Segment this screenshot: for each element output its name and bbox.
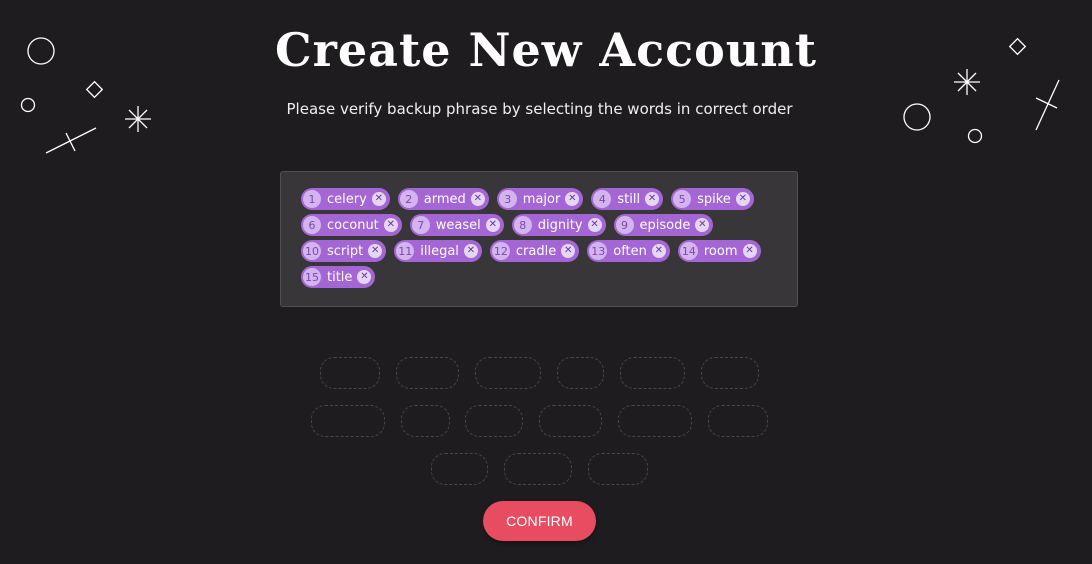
selected-word-chip[interactable]: 9 episode ✕ <box>613 214 714 236</box>
empty-word-slot <box>701 357 759 389</box>
selected-word-chip[interactable]: 11 illegal ✕ <box>394 240 482 262</box>
word-label: room <box>703 243 738 259</box>
word-index-badge: 1 <box>303 190 321 208</box>
remove-word-icon[interactable]: ✕ <box>470 192 485 206</box>
selected-word-chip[interactable]: 13 often ✕ <box>587 240 670 262</box>
word-index-badge: 3 <box>498 190 517 208</box>
empty-word-slot <box>708 405 768 437</box>
word-label: coconut <box>327 217 379 233</box>
word-index-badge: 11 <box>396 242 415 260</box>
word-index-badge: 12 <box>491 242 510 260</box>
empty-word-slot <box>557 357 604 389</box>
selected-word-chip[interactable]: 1 celery ✕ <box>301 188 390 210</box>
word-index-badge: 9 <box>615 216 634 234</box>
word-index-badge: 5 <box>673 190 692 208</box>
remove-word-icon[interactable]: ✕ <box>368 244 383 258</box>
empty-word-slot <box>320 357 380 389</box>
word-label: title <box>327 269 353 285</box>
remove-word-icon[interactable]: ✕ <box>651 244 666 258</box>
remove-word-icon[interactable]: ✕ <box>695 218 710 232</box>
word-label: armed <box>423 191 466 207</box>
word-index-badge: 7 <box>411 216 430 234</box>
word-label: spike <box>697 191 731 207</box>
word-index-badge: 14 <box>679 242 698 260</box>
selected-word-chip[interactable]: 3 major ✕ <box>496 188 584 210</box>
page-subtitle: Please verify backup phrase by selecting… <box>286 100 793 118</box>
selected-phrase-box: 1 celery ✕ 2 armed ✕ 3 major ✕ 4 still ✕ 5 spike ✕ 6 coc… <box>280 171 798 307</box>
remove-word-icon[interactable]: ✕ <box>485 218 500 232</box>
selected-word-chip[interactable]: 12 cradle ✕ <box>489 240 580 262</box>
remove-word-icon[interactable]: ✕ <box>371 192 386 206</box>
selected-word-chip[interactable]: 10 script ✕ <box>301 240 387 262</box>
empty-word-slot <box>401 405 450 437</box>
empty-word-slot <box>311 405 385 437</box>
diamond-shape-icon <box>85 80 104 99</box>
word-label: celery <box>327 191 367 207</box>
remove-word-icon[interactable]: ✕ <box>565 192 580 206</box>
empty-word-slot <box>618 405 692 437</box>
page-title: Create New Account <box>275 23 817 77</box>
empty-word-slot <box>504 453 572 485</box>
empty-word-slot <box>396 357 459 389</box>
word-index-badge: 13 <box>589 242 608 260</box>
remove-word-icon[interactable]: ✕ <box>645 192 660 206</box>
selected-word-chip[interactable]: 2 armed ✕ <box>397 188 489 210</box>
word-index-badge: 6 <box>303 216 321 234</box>
selected-word-chip[interactable]: 14 room ✕ <box>677 240 761 262</box>
word-index-badge: 4 <box>593 190 612 208</box>
empty-word-slot <box>431 453 488 485</box>
word-label: episode <box>639 217 691 233</box>
empty-word-slot <box>465 405 523 437</box>
remove-word-icon[interactable]: ✕ <box>463 244 478 258</box>
confirm-button[interactable]: CONFIRM <box>483 501 596 541</box>
word-label: still <box>617 191 641 207</box>
selected-word-chip[interactable]: 5 spike ✕ <box>671 188 754 210</box>
selected-word-chip[interactable]: 7 weasel ✕ <box>409 214 504 236</box>
word-label: weasel <box>435 217 481 233</box>
selected-word-chip[interactable]: 4 still ✕ <box>591 188 664 210</box>
empty-word-slot <box>620 357 685 389</box>
remove-word-icon[interactable]: ✕ <box>735 192 750 206</box>
create-account-page: Create New Account Please verify backup … <box>0 0 1092 564</box>
empty-word-slot <box>475 357 541 389</box>
word-label: dignity <box>537 217 583 233</box>
word-index-badge: 2 <box>399 190 418 208</box>
word-index-badge: 15 <box>303 268 321 286</box>
word-label: major <box>522 191 561 207</box>
empty-word-slot <box>588 453 648 485</box>
circle-shape-icon <box>967 128 983 144</box>
word-label: script <box>327 243 364 259</box>
selected-word-chip[interactable]: 6 coconut ✕ <box>301 214 402 236</box>
line-cross-icon <box>45 127 97 154</box>
word-index-badge: 8 <box>513 216 532 234</box>
remove-word-icon[interactable]: ✕ <box>742 244 757 258</box>
remove-word-icon[interactable]: ✕ <box>587 218 602 232</box>
word-label: illegal <box>420 243 459 259</box>
word-label: often <box>613 243 647 259</box>
word-index-badge: 10 <box>303 242 321 260</box>
selected-word-list: 1 celery ✕ 2 armed ✕ 3 major ✕ 4 still ✕ 5 spike ✕ 6 coc… <box>301 188 771 288</box>
remove-word-icon[interactable]: ✕ <box>561 244 576 258</box>
empty-word-slot <box>539 405 602 437</box>
remove-word-icon[interactable]: ✕ <box>357 270 372 284</box>
selected-word-chip[interactable]: 15 title ✕ <box>301 266 376 288</box>
remove-word-icon[interactable]: ✕ <box>383 218 398 232</box>
word-label: cradle <box>515 243 557 259</box>
selected-word-chip[interactable]: 8 dignity ✕ <box>511 214 606 236</box>
